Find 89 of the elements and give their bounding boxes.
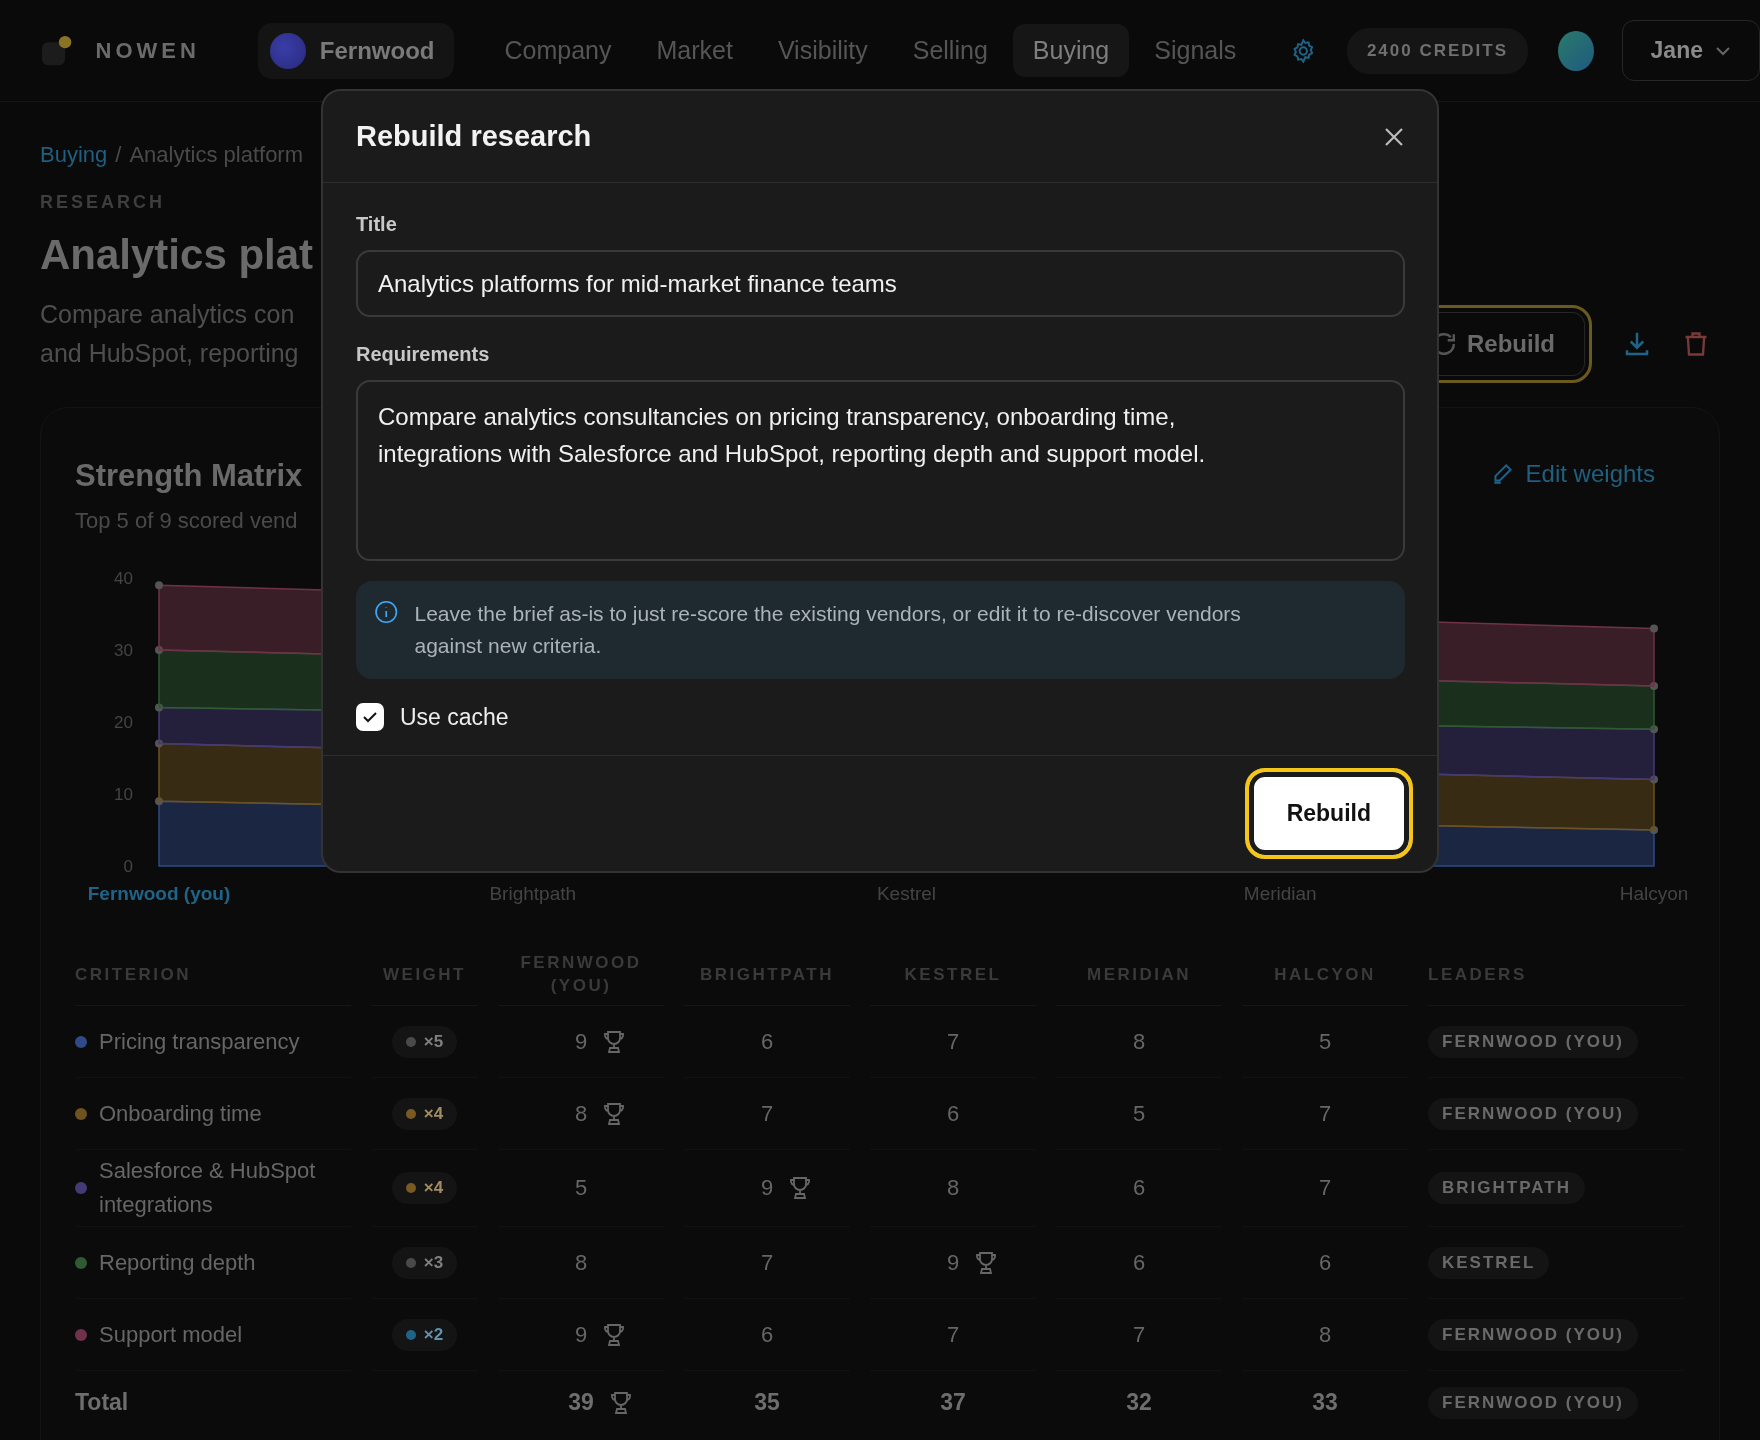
field-label: Title [356, 213, 398, 236]
total-value: 39 [568, 1389, 594, 1416]
nav-tab[interactable]: Selling [892, 24, 1008, 77]
nav-tab[interactable]: Visibility [757, 24, 888, 77]
leader-badge: KESTREL [1428, 1246, 1550, 1279]
total-label: Total [75, 1389, 129, 1416]
axis-label: 30 [114, 641, 133, 660]
score-value: 6 [1132, 1249, 1146, 1276]
nav-tab[interactable]: Company [484, 24, 632, 77]
score-value: 6 [946, 1100, 960, 1127]
criterion-name: Reporting depth [99, 1248, 256, 1277]
breadcrumb-link[interactable]: Buying [40, 142, 108, 168]
rebuild-submit-button[interactable]: Rebuild [1244, 768, 1413, 859]
weight-value: ×3 [423, 1252, 444, 1273]
card-title: Strength Matrix [75, 458, 303, 494]
edit-weights-link[interactable]: Edit weights [1489, 460, 1655, 488]
leader-badge: BRIGHTPATH [1428, 1172, 1585, 1204]
dialog-title: Rebuild research [356, 120, 592, 153]
score-value: 6 [760, 1028, 774, 1055]
score-value: 7 [760, 1100, 774, 1127]
caret-icon [1715, 45, 1731, 56]
total-value: 32 [1126, 1389, 1152, 1416]
criterion-name: Support model [99, 1320, 243, 1349]
score-value: 7 [1132, 1321, 1146, 1348]
axis-label: Halcyon [1619, 883, 1687, 904]
user-menu-button[interactable]: Jane [1621, 20, 1760, 81]
score-value: 7 [760, 1249, 774, 1276]
score-value: 9 [760, 1175, 774, 1201]
score-value: 7 [1318, 1100, 1332, 1127]
weight-value: ×2 [423, 1324, 444, 1345]
score-value: 8 [1318, 1321, 1332, 1348]
user-avatar[interactable] [1558, 30, 1594, 71]
axis-label: Kestrel [876, 883, 937, 904]
axis-label: 0 [123, 857, 133, 876]
breadcrumb-separator: / [115, 142, 122, 168]
criterion-name: Pricing transparency [99, 1027, 300, 1056]
leader-badge: FERNWOOD (YOU) [1428, 1318, 1638, 1351]
page-description: and HubSpot, reporting [40, 338, 300, 369]
field-label: Requirements [356, 343, 491, 366]
axis-label: Fernwood (you) [87, 883, 231, 904]
page-title: Analytics plat [40, 231, 314, 279]
checkbox-label: Use cache [400, 703, 509, 731]
total-value: 37 [940, 1389, 966, 1416]
leader-badge: FERNWOOD (YOU) [1428, 1097, 1638, 1130]
title-field[interactable]: Analytics platforms for mid-market finance teams [356, 250, 1405, 317]
weight-value: ×4 [423, 1178, 444, 1198]
card-subtitle: Top 5 of 9 scored vend [75, 508, 299, 534]
info-icon [374, 598, 399, 626]
total-value: 35 [754, 1389, 780, 1416]
weight-value: ×5 [423, 1031, 444, 1052]
breadcrumb-current: Analytics platform [129, 142, 304, 168]
score-value: 9 [574, 1028, 588, 1055]
leader-badge: FERNWOOD (YOU) [1428, 1386, 1638, 1419]
axis-label: 10 [114, 785, 133, 804]
score-value: 6 [1132, 1175, 1146, 1201]
brand-name: NOWEN [95, 37, 200, 64]
page-description: Compare analytics con [40, 299, 296, 330]
score-value: 7 [946, 1028, 960, 1055]
score-value: 9 [574, 1321, 588, 1348]
nav-tab[interactable]: Signals [1134, 24, 1257, 77]
credits-badge: 2400 CREDITS [1346, 27, 1529, 74]
score-value: 6 [760, 1321, 774, 1348]
axis-label: 20 [114, 713, 133, 732]
score-value: 8 [946, 1175, 960, 1201]
nav-tab[interactable]: Buying [1012, 24, 1130, 77]
score-value: 7 [946, 1321, 960, 1348]
score-value: 5 [1318, 1028, 1332, 1055]
close-icon[interactable] [1383, 125, 1405, 148]
criterion-name: Onboarding time [99, 1099, 262, 1128]
weight-value: ×4 [423, 1103, 444, 1124]
axis-label: Meridian [1243, 883, 1317, 904]
score-value: 7 [1318, 1175, 1332, 1201]
workspace-switcher[interactable]: Fernwood [257, 22, 455, 79]
axis-label: 40 [114, 569, 133, 588]
score-value: 8 [1132, 1028, 1146, 1055]
score-value: 8 [574, 1249, 588, 1276]
axis-label: Brightpath [489, 883, 577, 904]
score-value: 5 [1132, 1100, 1146, 1127]
info-text: Leave the brief as-is to just re-score the existing vendors, or edit it to re-discover vendors against new criteria. [414, 601, 1242, 659]
leader-badge: FERNWOOD (YOU) [1428, 1025, 1638, 1058]
score-value: 9 [946, 1249, 960, 1276]
score-value: 8 [574, 1100, 588, 1127]
score-value: 6 [1318, 1249, 1332, 1276]
score-value: 5 [574, 1175, 588, 1201]
criterion-name: Salesforce & HubSpot integrations [99, 1157, 317, 1219]
requirements-field[interactable]: Compare analytics consultancies on pricing transparency, onboarding time, integrations with Salesforce and HubSpot, reporting depth and support model. [356, 380, 1405, 561]
checkbox[interactable] [356, 703, 384, 731]
total-value: 33 [1312, 1389, 1338, 1416]
nav-tab[interactable]: Market [636, 24, 753, 77]
